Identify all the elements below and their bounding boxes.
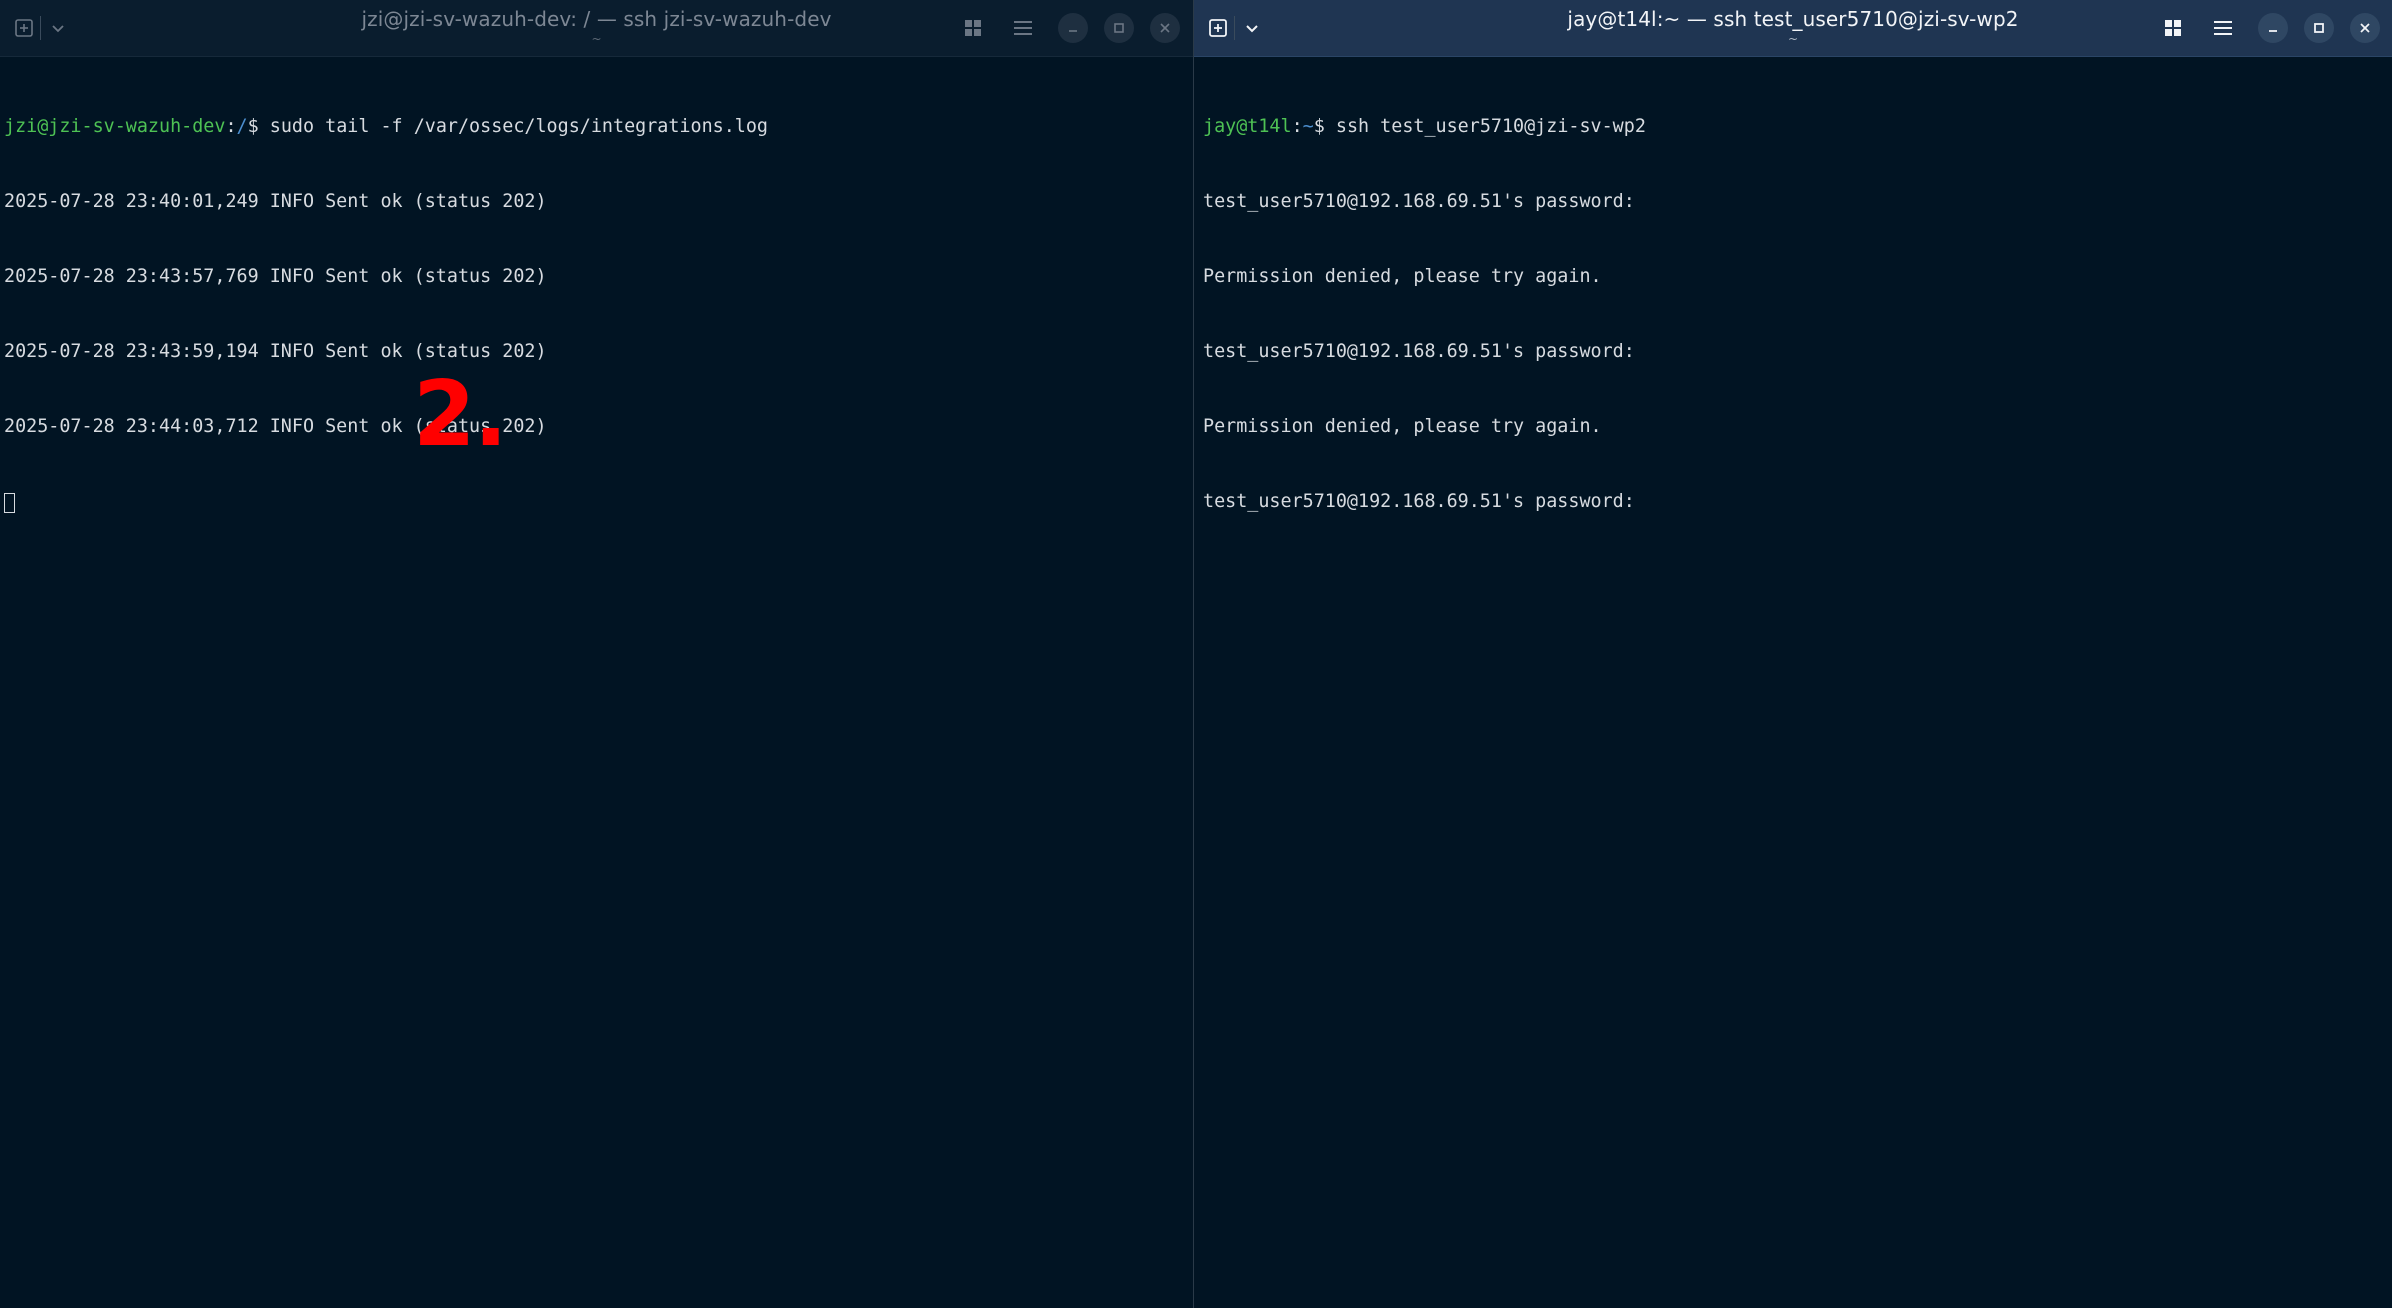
split-view-button[interactable]	[2159, 14, 2187, 42]
close-icon	[2360, 23, 2370, 33]
prompt-user: jay@t14l	[1203, 116, 1292, 137]
prompt-path: ~	[1302, 116, 1314, 137]
minimize-button[interactable]	[1058, 13, 1088, 43]
grid-view-icon	[2165, 20, 2181, 36]
output-line: Permission denied, please try again.	[1203, 266, 1602, 287]
close-button[interactable]	[2350, 13, 2380, 43]
terminal-cursor	[4, 493, 15, 513]
titlebar[interactable]: jay@t14l:~ — ssh test_user5710@jzi-sv-wp…	[1194, 0, 2392, 57]
menu-button[interactable]	[2209, 14, 2237, 42]
output-line: test_user5710@192.168.69.51's password:	[1203, 341, 1635, 362]
prompt-user: jzi@jzi-sv-wazuh-dev	[4, 116, 226, 137]
grid-view-icon	[965, 20, 981, 36]
output-line: 2025-07-28 23:40:01,249 INFO Sent ok (st…	[4, 191, 547, 212]
menu-button[interactable]	[1009, 14, 1037, 42]
prompt-colon: :	[1291, 116, 1303, 137]
prompt-path: /	[236, 116, 248, 137]
minimize-icon	[2269, 30, 2277, 32]
output-line: Permission denied, please try again.	[1203, 416, 1602, 437]
command-text: ssh test_user5710@jzi-sv-wp2	[1324, 116, 1646, 137]
hamburger-menu-icon	[2214, 21, 2232, 35]
prompt-symbol: $	[247, 116, 259, 137]
minimize-icon	[1069, 30, 1077, 32]
terminal-window-right[interactable]: jay@t14l:~ — ssh test_user5710@jzi-sv-wp…	[1194, 0, 2392, 1308]
terminal-window-left[interactable]: jzi@jzi-sv-wazuh-dev: / — ssh jzi-sv-waz…	[0, 0, 1193, 1308]
output-line: 2025-07-28 23:44:03,712 INFO Sent ok (st…	[4, 416, 547, 437]
maximize-button[interactable]	[1104, 13, 1134, 43]
output-line: test_user5710@192.168.69.51's password:	[1203, 191, 1635, 212]
hamburger-menu-icon	[1014, 21, 1032, 35]
maximize-icon	[1114, 23, 1124, 33]
prompt-symbol: $	[1313, 116, 1325, 137]
output-line: 2025-07-28 23:43:59,194 INFO Sent ok (st…	[4, 341, 547, 362]
prompt-colon: :	[225, 116, 237, 137]
titlebar[interactable]: jzi@jzi-sv-wazuh-dev: / — ssh jzi-sv-waz…	[0, 0, 1193, 57]
annotation-number: 2.	[413, 362, 508, 467]
command-text: sudo tail -f /var/ossec/logs/integration…	[258, 116, 769, 137]
close-button[interactable]	[1150, 13, 1180, 43]
minimize-button[interactable]	[2258, 13, 2288, 43]
terminal-output[interactable]: jzi@jzi-sv-wazuh-dev:/$ sudo tail -f /va…	[4, 64, 1189, 564]
prompt-line: jay@t14l:~$ ssh test_user5710@jzi-sv-wp2	[1203, 114, 2388, 139]
close-icon	[1160, 23, 1170, 33]
maximize-button[interactable]	[2304, 13, 2334, 43]
output-line: 2025-07-28 23:43:57,769 INFO Sent ok (st…	[4, 266, 547, 287]
output-line: test_user5710@192.168.69.51's password:	[1203, 491, 1635, 512]
terminal-output[interactable]: jay@t14l:~$ ssh test_user5710@jzi-sv-wp2…	[1203, 64, 2388, 564]
maximize-icon	[2314, 23, 2324, 33]
split-view-button[interactable]	[959, 14, 987, 42]
prompt-line: jzi@jzi-sv-wazuh-dev:/$ sudo tail -f /va…	[4, 114, 1189, 139]
cursor-line	[4, 489, 1189, 514]
